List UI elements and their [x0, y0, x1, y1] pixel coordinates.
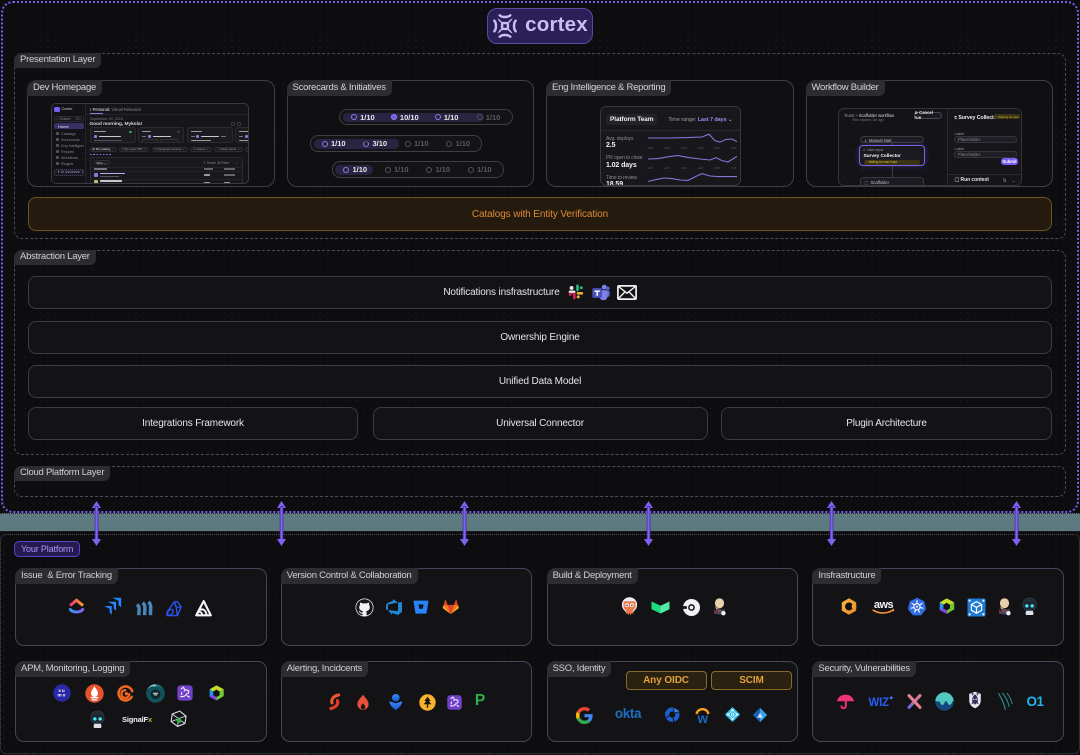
svg-text:w: w: [696, 711, 708, 724]
svg-text:aws: aws: [873, 599, 893, 611]
svg-text:mo: mo: [58, 693, 67, 698]
